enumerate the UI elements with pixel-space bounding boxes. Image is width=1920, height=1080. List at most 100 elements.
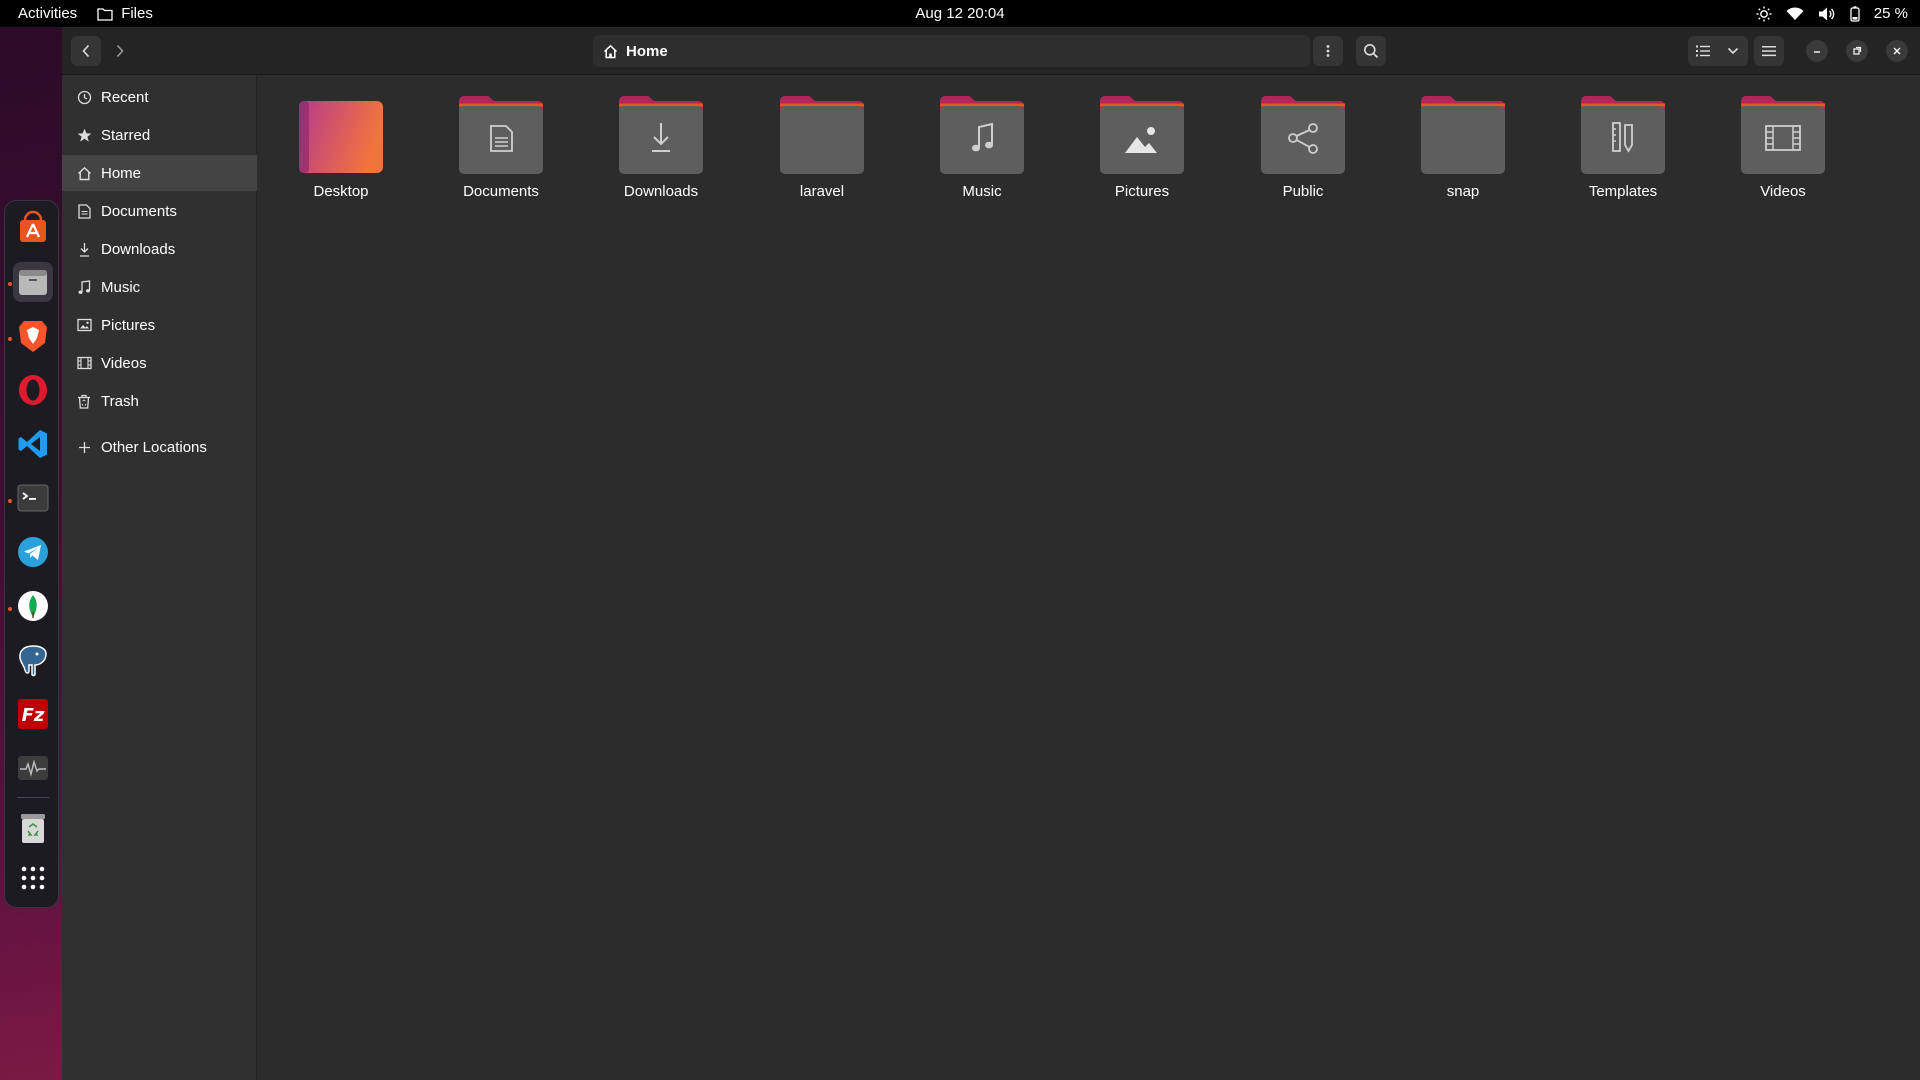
maximize-button[interactable] bbox=[1846, 40, 1868, 62]
folder-name: Templates bbox=[1588, 183, 1658, 200]
activities-button[interactable]: Activities bbox=[0, 5, 95, 22]
picture-icon bbox=[76, 317, 92, 333]
sidebar-item-label: Documents bbox=[101, 202, 177, 220]
trash-icon bbox=[76, 393, 92, 409]
hamburger-icon bbox=[1762, 46, 1776, 57]
home-icon bbox=[76, 165, 92, 181]
main-menu-button[interactable] bbox=[1754, 36, 1784, 66]
clock-icon bbox=[76, 89, 92, 105]
opera-browser-icon[interactable] bbox=[13, 370, 53, 410]
folder-icon bbox=[1420, 95, 1506, 175]
running-indicator bbox=[8, 607, 12, 611]
templates-folder-icon bbox=[1580, 95, 1666, 175]
sidebar-item-label: Starred bbox=[101, 126, 151, 144]
folder-icon bbox=[779, 95, 865, 175]
folder-item[interactable]: Videos bbox=[1723, 95, 1843, 205]
app-menu[interactable]: Files bbox=[95, 5, 153, 22]
telegram-icon[interactable] bbox=[13, 532, 53, 572]
folder-name: Pictures bbox=[1114, 183, 1170, 200]
folder-name: Documents bbox=[463, 183, 539, 200]
music-icon bbox=[76, 279, 92, 295]
sidebar-item-label: Trash bbox=[101, 392, 139, 410]
sidebar-item-home[interactable]: Home bbox=[62, 155, 257, 191]
sidebar-item-documents[interactable]: Documents bbox=[62, 193, 257, 229]
search-button[interactable] bbox=[1356, 36, 1386, 66]
folder-item[interactable]: Desktop bbox=[281, 95, 401, 205]
folder-item[interactable]: Downloads bbox=[601, 95, 721, 205]
documents-folder-icon bbox=[458, 95, 544, 175]
chevron-left-icon bbox=[82, 44, 90, 58]
running-indicator bbox=[8, 499, 12, 503]
sidebar-item-downloads[interactable]: Downloads bbox=[62, 231, 257, 267]
video-icon bbox=[76, 355, 92, 371]
ubuntu-software-icon[interactable] bbox=[13, 207, 53, 247]
minimize-button[interactable] bbox=[1806, 40, 1828, 62]
list-view-icon bbox=[1696, 45, 1710, 57]
view-options-button[interactable] bbox=[1718, 36, 1748, 66]
folder-view[interactable]: Desktop Documents Downloads laravel Musi… bbox=[258, 75, 1920, 1080]
filezilla-icon[interactable]: Fz bbox=[13, 694, 53, 734]
folder-name: Desktop bbox=[313, 183, 369, 200]
sidebar-item-recent[interactable]: Recent bbox=[62, 79, 257, 115]
folder-item[interactable]: Music bbox=[922, 95, 1042, 205]
sidebar-item-trash[interactable]: Trash bbox=[62, 383, 257, 419]
folder-item[interactable]: Documents bbox=[441, 95, 561, 205]
terminal-icon[interactable] bbox=[13, 478, 53, 518]
volume-icon bbox=[1818, 7, 1835, 20]
music-folder-icon bbox=[939, 95, 1025, 175]
folder-name: Public bbox=[1282, 183, 1324, 200]
folder-icon bbox=[97, 7, 113, 21]
folder-item[interactable]: snap bbox=[1403, 95, 1523, 205]
pictures-folder-icon bbox=[1099, 95, 1185, 175]
close-button[interactable] bbox=[1886, 40, 1908, 62]
back-button[interactable] bbox=[71, 36, 101, 66]
brightness-icon bbox=[1756, 6, 1772, 21]
sidebar-item-videos[interactable]: Videos bbox=[62, 345, 257, 381]
minimize-icon bbox=[1814, 51, 1820, 53]
current-location: Home bbox=[626, 42, 668, 60]
desktop-folder-icon bbox=[298, 95, 384, 175]
trash-icon[interactable] bbox=[13, 808, 53, 848]
folder-item[interactable]: Templates bbox=[1563, 95, 1683, 205]
files-icon[interactable] bbox=[13, 262, 53, 302]
folder-item[interactable]: laravel bbox=[762, 95, 882, 205]
home-icon bbox=[603, 44, 618, 58]
sidebar-item-starred[interactable]: Starred bbox=[62, 117, 257, 153]
battery-percent: 25 % bbox=[1873, 5, 1908, 22]
mongodb-compass-icon[interactable] bbox=[13, 586, 53, 626]
folder-name: laravel bbox=[799, 183, 845, 200]
folder-item[interactable]: Pictures bbox=[1082, 95, 1202, 205]
wifi-icon bbox=[1786, 6, 1804, 20]
search-icon bbox=[1364, 44, 1379, 59]
videos-folder-icon bbox=[1740, 95, 1826, 175]
sidebar-item-pictures[interactable]: Pictures bbox=[62, 307, 257, 343]
view-list-button[interactable] bbox=[1688, 36, 1718, 66]
folder-item[interactable]: Public bbox=[1243, 95, 1363, 205]
dock-separator bbox=[17, 797, 49, 798]
battery-icon bbox=[1850, 5, 1860, 22]
folder-name: Music bbox=[962, 183, 1002, 200]
chevron-right-icon bbox=[116, 44, 124, 58]
sidebar-item-other-locations[interactable]: Other Locations bbox=[62, 429, 257, 465]
clock[interactable]: Aug 12 20:04 bbox=[915, 5, 1004, 22]
folder-name: snap bbox=[1446, 183, 1480, 200]
system-monitor-icon[interactable] bbox=[13, 748, 53, 788]
sidebar-item-music[interactable]: Music bbox=[62, 269, 257, 305]
header-bar: Home bbox=[62, 27, 1920, 75]
app-menu-label: Files bbox=[121, 5, 153, 22]
close-icon bbox=[1893, 47, 1901, 55]
sidebar-item-label: Home bbox=[101, 164, 142, 182]
vscode-icon[interactable] bbox=[13, 424, 53, 464]
document-icon bbox=[76, 203, 92, 219]
brave-browser-icon[interactable] bbox=[13, 316, 53, 356]
system-tray[interactable]: 25 % bbox=[1756, 5, 1908, 22]
running-indicator bbox=[8, 337, 12, 341]
running-indicator bbox=[8, 282, 12, 286]
location-menu-button[interactable] bbox=[1313, 36, 1343, 66]
folder-name: Downloads bbox=[623, 183, 699, 200]
downloads-folder-icon bbox=[618, 95, 704, 175]
show-apps-icon[interactable] bbox=[13, 858, 53, 898]
path-bar[interactable]: Home bbox=[593, 35, 1310, 67]
pgadmin-icon[interactable] bbox=[13, 640, 53, 680]
forward-button[interactable] bbox=[105, 36, 135, 66]
